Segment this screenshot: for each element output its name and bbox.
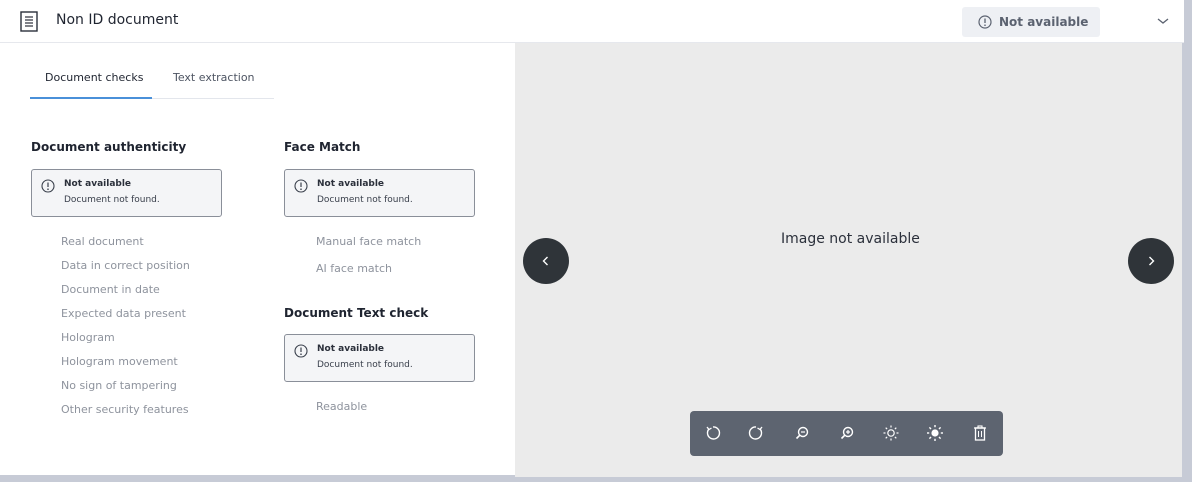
tab-document-checks[interactable]: Document checks	[45, 71, 143, 84]
info-icon	[294, 344, 308, 358]
rotate-right-button[interactable]	[745, 422, 767, 444]
notice-message: Document not found.	[317, 195, 413, 205]
active-tab-indicator	[30, 97, 152, 99]
section-title-text-check: Document Text check	[284, 306, 429, 320]
document-header: Non ID document Not available	[0, 0, 1184, 43]
check-item: No sign of tampering	[61, 379, 177, 392]
previous-image-button[interactable]	[523, 238, 569, 284]
chevron-right-icon	[1149, 256, 1155, 266]
delete-button[interactable]	[969, 422, 991, 444]
check-item: Manual face match	[316, 235, 422, 248]
notice-title: Not available	[64, 179, 132, 189]
brightness-down-icon	[883, 425, 899, 441]
tab-bar: Document checks Text extraction	[30, 63, 274, 99]
rotate-left-button[interactable]	[702, 422, 724, 444]
zoom-out-icon	[795, 426, 809, 440]
check-item: Data in correct position	[61, 259, 190, 272]
brightness-up-icon	[927, 425, 943, 441]
page-title: Non ID document	[56, 12, 179, 28]
check-item: AI face match	[316, 262, 392, 275]
chevron-left-icon	[542, 256, 548, 266]
image-viewer: Image not available	[515, 43, 1182, 477]
notice-title: Not available	[317, 179, 385, 189]
zoom-in-button[interactable]	[836, 422, 858, 444]
notice-message: Document not found.	[317, 360, 413, 370]
rotate-right-icon	[748, 426, 763, 440]
image-toolbar	[690, 411, 1003, 456]
check-item: Other security features	[61, 403, 189, 416]
check-item: Document in date	[61, 283, 160, 296]
check-item: Real document	[61, 235, 144, 248]
checks-panel: Document checks Text extraction Document…	[0, 43, 515, 475]
text-check-notice: Not available Document not found.	[284, 334, 475, 382]
info-icon	[294, 179, 308, 193]
document-icon	[20, 11, 38, 32]
check-item: Hologram movement	[61, 355, 178, 368]
status-label: Not available	[999, 15, 1089, 29]
zoom-in-icon	[840, 426, 854, 440]
rotate-left-icon	[706, 426, 721, 440]
notice-title: Not available	[317, 344, 385, 354]
next-image-button[interactable]	[1128, 238, 1174, 284]
image-not-available-message: Image not available	[781, 231, 920, 247]
status-badge: Not available	[962, 7, 1100, 37]
notice-message: Document not found.	[64, 195, 160, 205]
section-title-face-match: Face Match	[284, 140, 361, 154]
info-icon	[978, 15, 992, 29]
zoom-out-button[interactable]	[791, 422, 813, 444]
chevron-down-icon[interactable]	[1154, 12, 1172, 30]
authenticity-notice: Not available Document not found.	[31, 169, 222, 217]
brightness-down-button[interactable]	[880, 422, 902, 444]
check-item: Readable	[316, 400, 368, 413]
check-item: Hologram	[61, 331, 115, 344]
tab-text-extraction[interactable]: Text extraction	[173, 71, 255, 84]
brightness-up-button[interactable]	[924, 422, 946, 444]
face-match-notice: Not available Document not found.	[284, 169, 475, 217]
check-item: Expected data present	[61, 307, 186, 320]
info-icon	[41, 179, 55, 193]
section-title-authenticity: Document authenticity	[31, 140, 187, 154]
delete-icon	[974, 425, 986, 441]
